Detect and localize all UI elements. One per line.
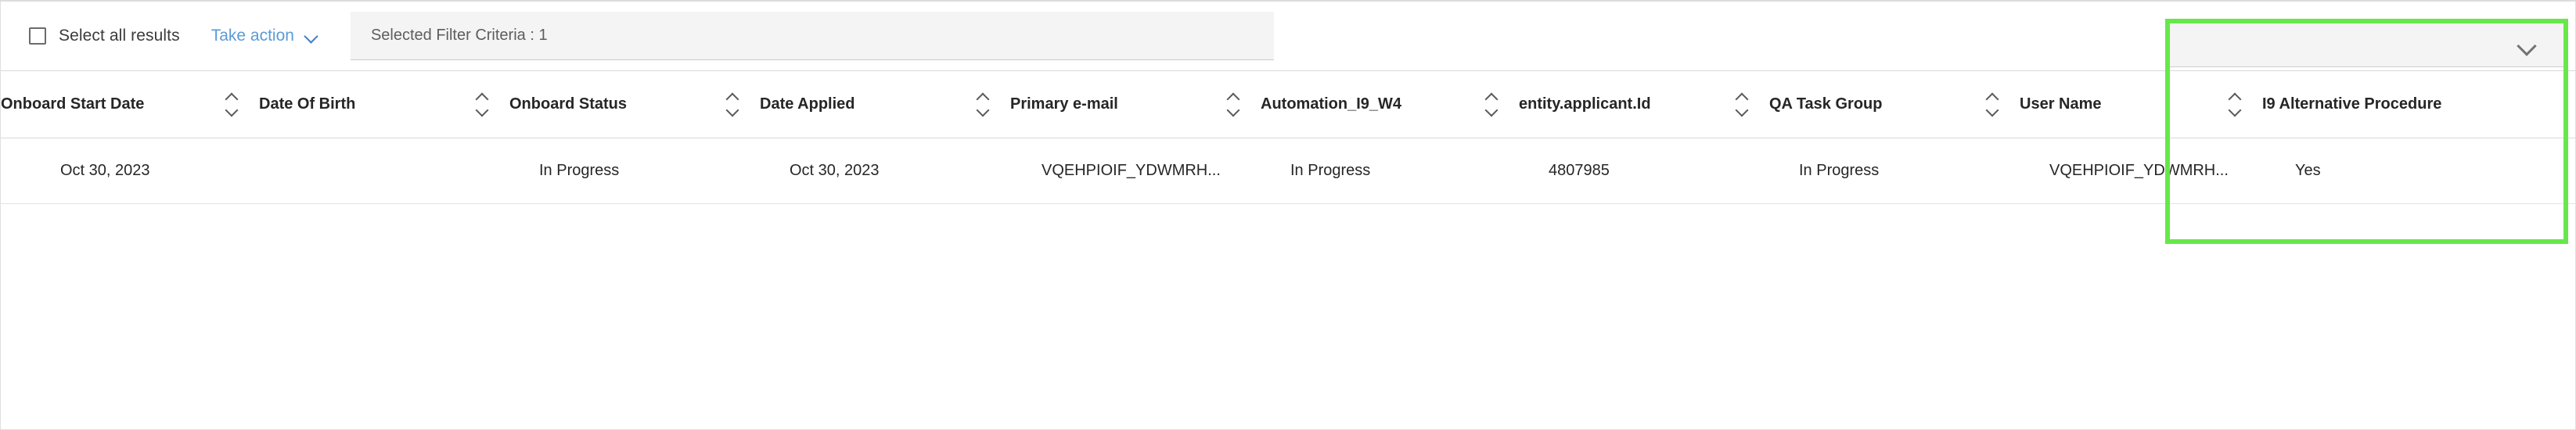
column-header-label: I9 Alternative Procedure: [2262, 95, 2442, 113]
column-header-label: Automation_I9_W4: [1261, 95, 1402, 113]
take-action-dropdown[interactable]: Take action: [211, 27, 318, 45]
sort-arrows-icon[interactable]: [2228, 91, 2242, 118]
column-panel-collapse-button[interactable]: [2170, 23, 2563, 67]
column-header-label: Primary e-mail: [1010, 95, 1118, 113]
sort-arrows-icon[interactable]: [1226, 91, 1240, 118]
chevron-down-icon: [305, 30, 318, 42]
column-header-entity-applicant-id[interactable]: entity.applicant.Id: [1519, 71, 1769, 138]
sort-arrows-icon[interactable]: [1484, 91, 1498, 118]
selected-filter-criteria-label: Selected Filter Criteria : 1: [370, 27, 548, 44]
cell-onboard-status: In Progress: [509, 138, 760, 204]
column-header-onboard-start-date[interactable]: Onboard Start Date: [1, 71, 259, 138]
cell-primary-email[interactable]: VQEHPIOIF_YDWMRH...: [1010, 138, 1261, 204]
table-empty-space: [1, 272, 2575, 429]
cell-entity-applicant-id: 4807985: [1519, 138, 1769, 204]
cell-automation-i9-w4[interactable]: In Progress: [1261, 138, 1519, 204]
column-header-primary-email[interactable]: Primary e-mail: [1010, 71, 1261, 138]
column-header-label: entity.applicant.Id: [1519, 95, 1651, 113]
screen-root: Select all results Take action Selected …: [0, 0, 2576, 430]
column-header-label: Onboard Status: [509, 95, 628, 113]
chevron-down-icon: [2518, 37, 2535, 54]
cell-user-name: VQEHPIOIF_YDWMRH...: [2020, 138, 2262, 204]
cell-onboard-start-date: Oct 30, 2023: [1, 138, 259, 204]
column-header-qa-task-group[interactable]: QA Task Group: [1769, 71, 2020, 138]
cell-qa-task-group[interactable]: In Progress: [1769, 138, 2020, 204]
results-card: Select all results Take action Selected …: [0, 0, 2576, 430]
selected-filter-criteria-chip[interactable]: Selected Filter Criteria : 1: [350, 12, 1274, 60]
table-header-row: Onboard Start Date Date Of Birth Onboard…: [1, 70, 2576, 138]
take-action-label: Take action: [210, 27, 294, 45]
select-all-results-label: Select all results: [59, 27, 180, 45]
select-all-checkbox[interactable]: [29, 27, 46, 45]
results-table-head: Onboard Start Date Date Of Birth Onboard…: [1, 70, 2576, 138]
sort-arrows-icon[interactable]: [225, 91, 239, 118]
sort-arrows-icon[interactable]: [475, 91, 489, 118]
column-header-label: Onboard Start Date: [1, 95, 145, 113]
cell-i9-alternative-procedure: Yes: [2262, 138, 2576, 204]
column-header-label: Date Of Birth: [259, 95, 356, 113]
sort-arrows-icon[interactable]: [1735, 91, 1749, 118]
column-header-date-applied[interactable]: Date Applied: [760, 71, 1010, 138]
results-table-container: Onboard Start Date Date Of Birth Onboard…: [1, 70, 2576, 429]
column-header-user-name[interactable]: User Name: [2020, 71, 2262, 138]
column-header-date-of-birth[interactable]: Date Of Birth: [259, 71, 509, 138]
cell-date-applied: Oct 30, 2023: [760, 138, 1010, 204]
select-all-results-control[interactable]: Select all results: [29, 27, 180, 45]
column-header-label: Date Applied: [760, 95, 855, 113]
table-row[interactable]: Oct 30, 2023 In Progress Oct 30, 2023 VQ…: [1, 138, 2576, 204]
column-header-i9-alternative-procedure[interactable]: I9 Alternative Procedure: [2262, 71, 2576, 138]
cell-date-of-birth: [259, 138, 509, 204]
results-table: Onboard Start Date Date Of Birth Onboard…: [1, 70, 2576, 204]
column-header-label: User Name: [2020, 95, 2102, 113]
sort-arrows-icon[interactable]: [976, 91, 990, 118]
sort-arrows-icon[interactable]: [1985, 91, 1999, 118]
results-table-body: Oct 30, 2023 In Progress Oct 30, 2023 VQ…: [1, 138, 2576, 204]
sort-arrows-icon[interactable]: [725, 91, 739, 118]
column-header-onboard-status[interactable]: Onboard Status: [509, 71, 760, 138]
column-header-automation-i9-w4[interactable]: Automation_I9_W4: [1261, 71, 1519, 138]
column-header-label: QA Task Group: [1769, 95, 1883, 113]
